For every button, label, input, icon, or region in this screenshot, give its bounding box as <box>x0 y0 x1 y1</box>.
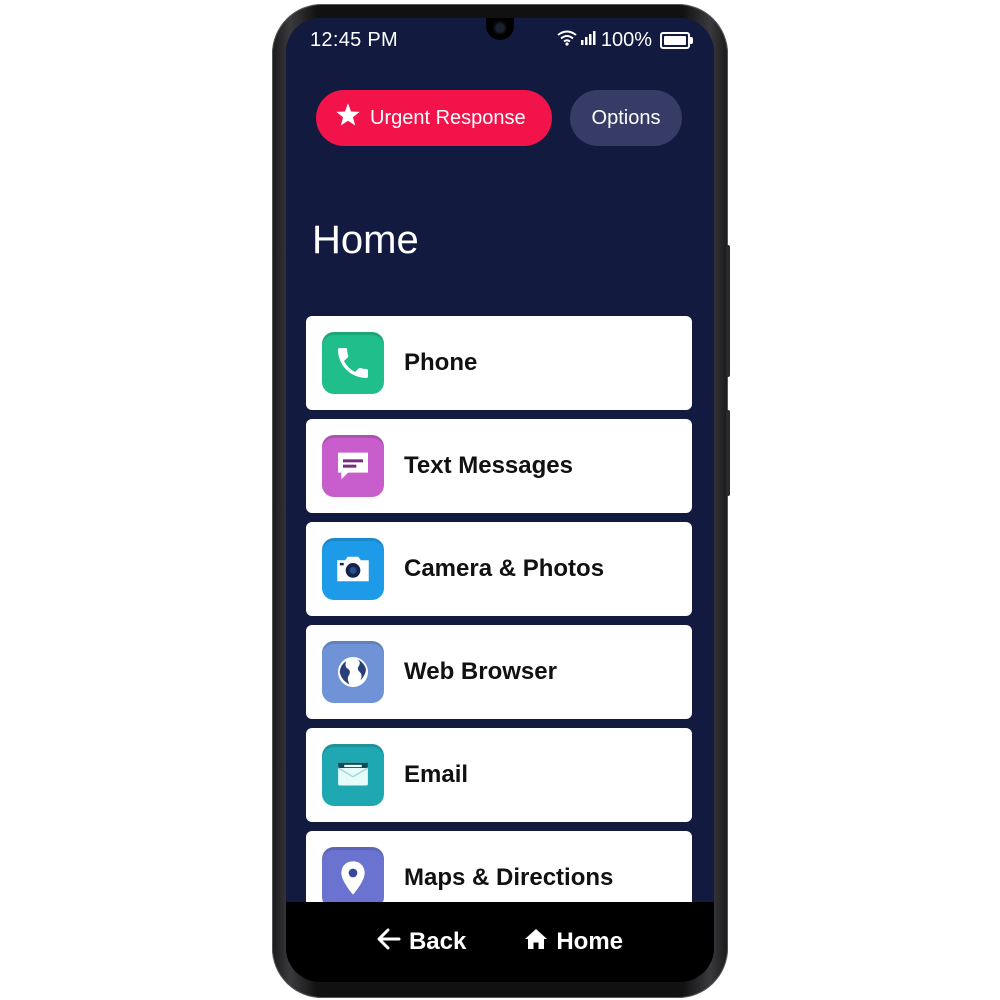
app-item-phone[interactable]: Phone <box>306 316 692 410</box>
star-icon <box>334 101 362 135</box>
camera-icon <box>322 538 384 600</box>
app-item-web-browser[interactable]: Web Browser <box>306 625 692 719</box>
home-icon <box>524 928 548 957</box>
globe-icon <box>322 641 384 703</box>
status-bar: 12:45 PM 100% <box>286 18 714 64</box>
app-item-label: Phone <box>404 349 478 376</box>
bottom-nav-bar: Back Home <box>286 902 714 982</box>
app-item-email[interactable]: Email <box>306 728 692 822</box>
phone-screen: 12:45 PM 100% Urgent Response Options Ho… <box>286 18 714 982</box>
arrow-left-icon <box>377 928 401 957</box>
app-item-label: Text Messages <box>404 452 573 479</box>
phone-icon <box>322 332 384 394</box>
home-button[interactable]: Home <box>524 928 623 957</box>
map-pin-icon <box>322 847 384 909</box>
envelope-icon <box>322 744 384 806</box>
volume-button <box>726 245 730 377</box>
status-time: 12:45 PM <box>310 29 399 51</box>
back-button[interactable]: Back <box>377 928 466 957</box>
app-item-label: Camera & Photos <box>404 555 605 582</box>
page-title: Home <box>312 218 419 262</box>
message-bubble-icon <box>322 435 384 497</box>
home-label: Home <box>556 928 624 955</box>
back-label: Back <box>408 928 467 955</box>
signal-icon <box>580 29 597 52</box>
front-camera <box>486 18 514 40</box>
power-button <box>726 410 730 496</box>
app-item-label: Maps & Directions <box>404 864 614 891</box>
urgent-response-label: Urgent Response <box>370 106 526 129</box>
battery-percent: 100% <box>600 29 652 51</box>
app-item-text-messages[interactable]: Text Messages <box>306 419 692 513</box>
urgent-response-button[interactable]: Urgent Response <box>316 90 552 146</box>
options-label: Options <box>591 106 661 129</box>
app-item-label: Web Browser <box>404 658 557 685</box>
wifi-icon <box>557 29 577 52</box>
battery-icon <box>660 32 693 49</box>
app-item-camera-photos[interactable]: Camera & Photos <box>306 522 692 616</box>
app-item-label: Email <box>404 761 469 788</box>
status-icons: 100% <box>557 29 693 52</box>
options-button[interactable]: Options <box>570 90 682 146</box>
